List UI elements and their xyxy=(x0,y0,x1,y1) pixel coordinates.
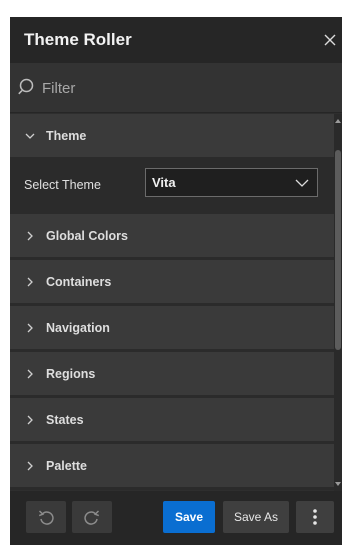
chevron-down-icon xyxy=(293,174,311,192)
sections-list: Theme Select Theme Vita Global Colors Co… xyxy=(10,114,334,491)
section-header-navigation[interactable]: Navigation xyxy=(10,306,334,352)
filter-bar xyxy=(10,63,342,113)
theme-section-body: Select Theme Vita xyxy=(10,160,334,214)
chevron-right-icon xyxy=(23,459,37,473)
section-header-theme[interactable]: Theme xyxy=(10,114,334,160)
redo-icon xyxy=(84,510,100,525)
close-button[interactable] xyxy=(318,26,342,54)
section-label: Theme xyxy=(46,128,87,143)
undo-button[interactable] xyxy=(26,501,66,533)
more-vertical-icon xyxy=(313,509,317,525)
redo-button[interactable] xyxy=(72,501,112,533)
section-label: Global Colors xyxy=(46,228,128,243)
scroll-down-arrow-icon[interactable] xyxy=(334,479,342,489)
panel-title: Theme Roller xyxy=(24,30,132,49)
close-icon xyxy=(324,34,336,46)
section-header-palette[interactable]: Palette xyxy=(10,444,334,490)
section-label: Navigation xyxy=(46,320,110,335)
more-options-button[interactable] xyxy=(296,501,334,533)
section-header-states[interactable]: States xyxy=(10,398,334,444)
chevron-right-icon xyxy=(23,413,37,427)
chevron-right-icon xyxy=(23,275,37,289)
panel-footer: Save Save As xyxy=(10,491,342,545)
theme-roller-panel: Theme Roller Theme Select Theme Vita xyxy=(10,17,342,545)
select-theme-label: Select Theme xyxy=(24,178,101,192)
scrollbar-thumb[interactable] xyxy=(335,150,341,350)
section-header-global-colors[interactable]: Global Colors xyxy=(10,214,334,260)
search-icon xyxy=(18,78,34,95)
chevron-down-icon xyxy=(23,129,37,143)
select-theme-dropdown[interactable]: Vita xyxy=(145,168,318,197)
panel-titlebar: Theme Roller xyxy=(10,17,342,63)
save-button[interactable]: Save xyxy=(163,501,215,533)
save-as-button[interactable]: Save As xyxy=(223,501,289,533)
section-label: Regions xyxy=(46,366,96,381)
scroll-up-arrow-icon[interactable] xyxy=(334,116,342,126)
section-header-regions[interactable]: Regions xyxy=(10,352,334,398)
section-label: States xyxy=(46,412,84,427)
select-theme-value: Vita xyxy=(152,175,176,190)
section-label: Containers xyxy=(46,274,112,289)
chevron-right-icon xyxy=(23,367,37,381)
undo-icon xyxy=(38,510,54,525)
vertical-scrollbar[interactable] xyxy=(334,114,342,491)
section-header-containers[interactable]: Containers xyxy=(10,260,334,306)
chevron-right-icon xyxy=(23,229,37,243)
chevron-right-icon xyxy=(23,321,37,335)
filter-input[interactable] xyxy=(40,76,320,100)
section-label: Palette xyxy=(46,458,87,473)
